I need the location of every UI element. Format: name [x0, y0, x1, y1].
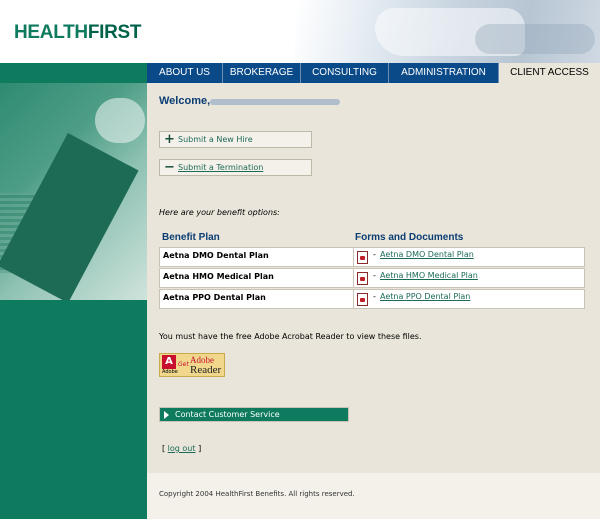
pdf-icon[interactable] [357, 272, 368, 285]
logout-link[interactable]: log out [168, 444, 196, 453]
plan-name: Aetna DMO Dental Plan [163, 251, 269, 260]
get-adobe-reader-button[interactable]: A Adobe Get Adobe Reader [159, 353, 225, 377]
contact-customer-service-button[interactable]: Contact Customer Service [159, 407, 349, 422]
hand-shape [95, 98, 145, 143]
submit-termination-button[interactable]: − Submit a Termination [159, 159, 312, 176]
plan-name: Aetna PPO Dental Plan [163, 293, 266, 302]
sidebar-green-panel [0, 300, 147, 519]
submit-termination-link[interactable]: Submit a Termination [178, 163, 263, 172]
table-row: Aetna HMO Medical Plan - Aetna HMO Medic… [159, 268, 585, 288]
plan-name: Aetna HMO Medical Plan [163, 272, 274, 281]
nav-client-access[interactable]: CLIENT ACCESS [499, 63, 600, 83]
submit-new-hire-label: Submit a New Hire [178, 135, 253, 144]
photo-shape [475, 24, 595, 54]
pdf-icon[interactable] [357, 251, 368, 264]
document-link[interactable]: Aetna HMO Medical Plan [380, 271, 478, 280]
acrobat-notice: You must have the free Adobe Acrobat Rea… [159, 332, 422, 341]
logout-area: [ log out ] [162, 444, 201, 453]
table-row: Aetna DMO Dental Plan - Aetna DMO Dental… [159, 247, 585, 267]
document-link[interactable]: Aetna PPO Dental Plan [380, 292, 470, 301]
welcome-heading: Welcome, [159, 95, 211, 107]
green-bar [0, 63, 147, 83]
sidebar-photo [0, 83, 147, 300]
nav-brokerage[interactable]: BROKERAGE [223, 63, 301, 83]
separator: - [373, 250, 376, 259]
table-row: Aetna PPO Dental Plan - Aetna PPO Dental… [159, 289, 585, 309]
logo-health: HEALTH [14, 22, 88, 43]
redacted-username [210, 99, 340, 105]
nav-about-us[interactable]: ABOUT US [147, 63, 223, 83]
main-nav: ABOUT US BROKERAGE CONSULTING ADMINISTRA… [147, 63, 600, 83]
minus-icon: − [164, 160, 175, 175]
separator: - [373, 271, 376, 280]
logo-first: FIRST [87, 22, 142, 43]
copyright-text: Copyright 2004 HealthFirst Benefits. All… [159, 490, 355, 498]
adobe-wordmark: Adobe [162, 369, 178, 375]
get-label: Get [178, 361, 189, 368]
cell-divider [353, 248, 354, 266]
submit-new-hire-button[interactable]: + Submit a New Hire [159, 131, 312, 148]
nav-administration[interactable]: ADMINISTRATION [389, 63, 499, 83]
header: HEALTHFIRST [0, 0, 600, 63]
reader-label: Reader [190, 364, 222, 376]
benefit-options-intro: Here are your benefit options: [159, 208, 280, 217]
document-link[interactable]: Aetna DMO Dental Plan [380, 250, 474, 259]
header-photo [295, 0, 600, 63]
bracket-close: ] [198, 444, 202, 453]
healthfirst-logo[interactable]: HEALTHFIRST [14, 22, 142, 44]
column-header-benefit-plan: Benefit Plan [162, 232, 220, 243]
bracket-open: [ [162, 444, 166, 453]
pdf-icon[interactable] [357, 293, 368, 306]
adobe-logo-icon: A [162, 355, 176, 369]
nav-consulting[interactable]: CONSULTING [301, 63, 389, 83]
cell-divider [353, 290, 354, 308]
cell-divider [353, 269, 354, 287]
separator: - [373, 292, 376, 301]
plus-icon: + [164, 132, 175, 147]
arrow-right-icon [164, 411, 169, 419]
contact-customer-service-label: Contact Customer Service [175, 410, 280, 419]
column-header-forms: Forms and Documents [355, 232, 464, 243]
